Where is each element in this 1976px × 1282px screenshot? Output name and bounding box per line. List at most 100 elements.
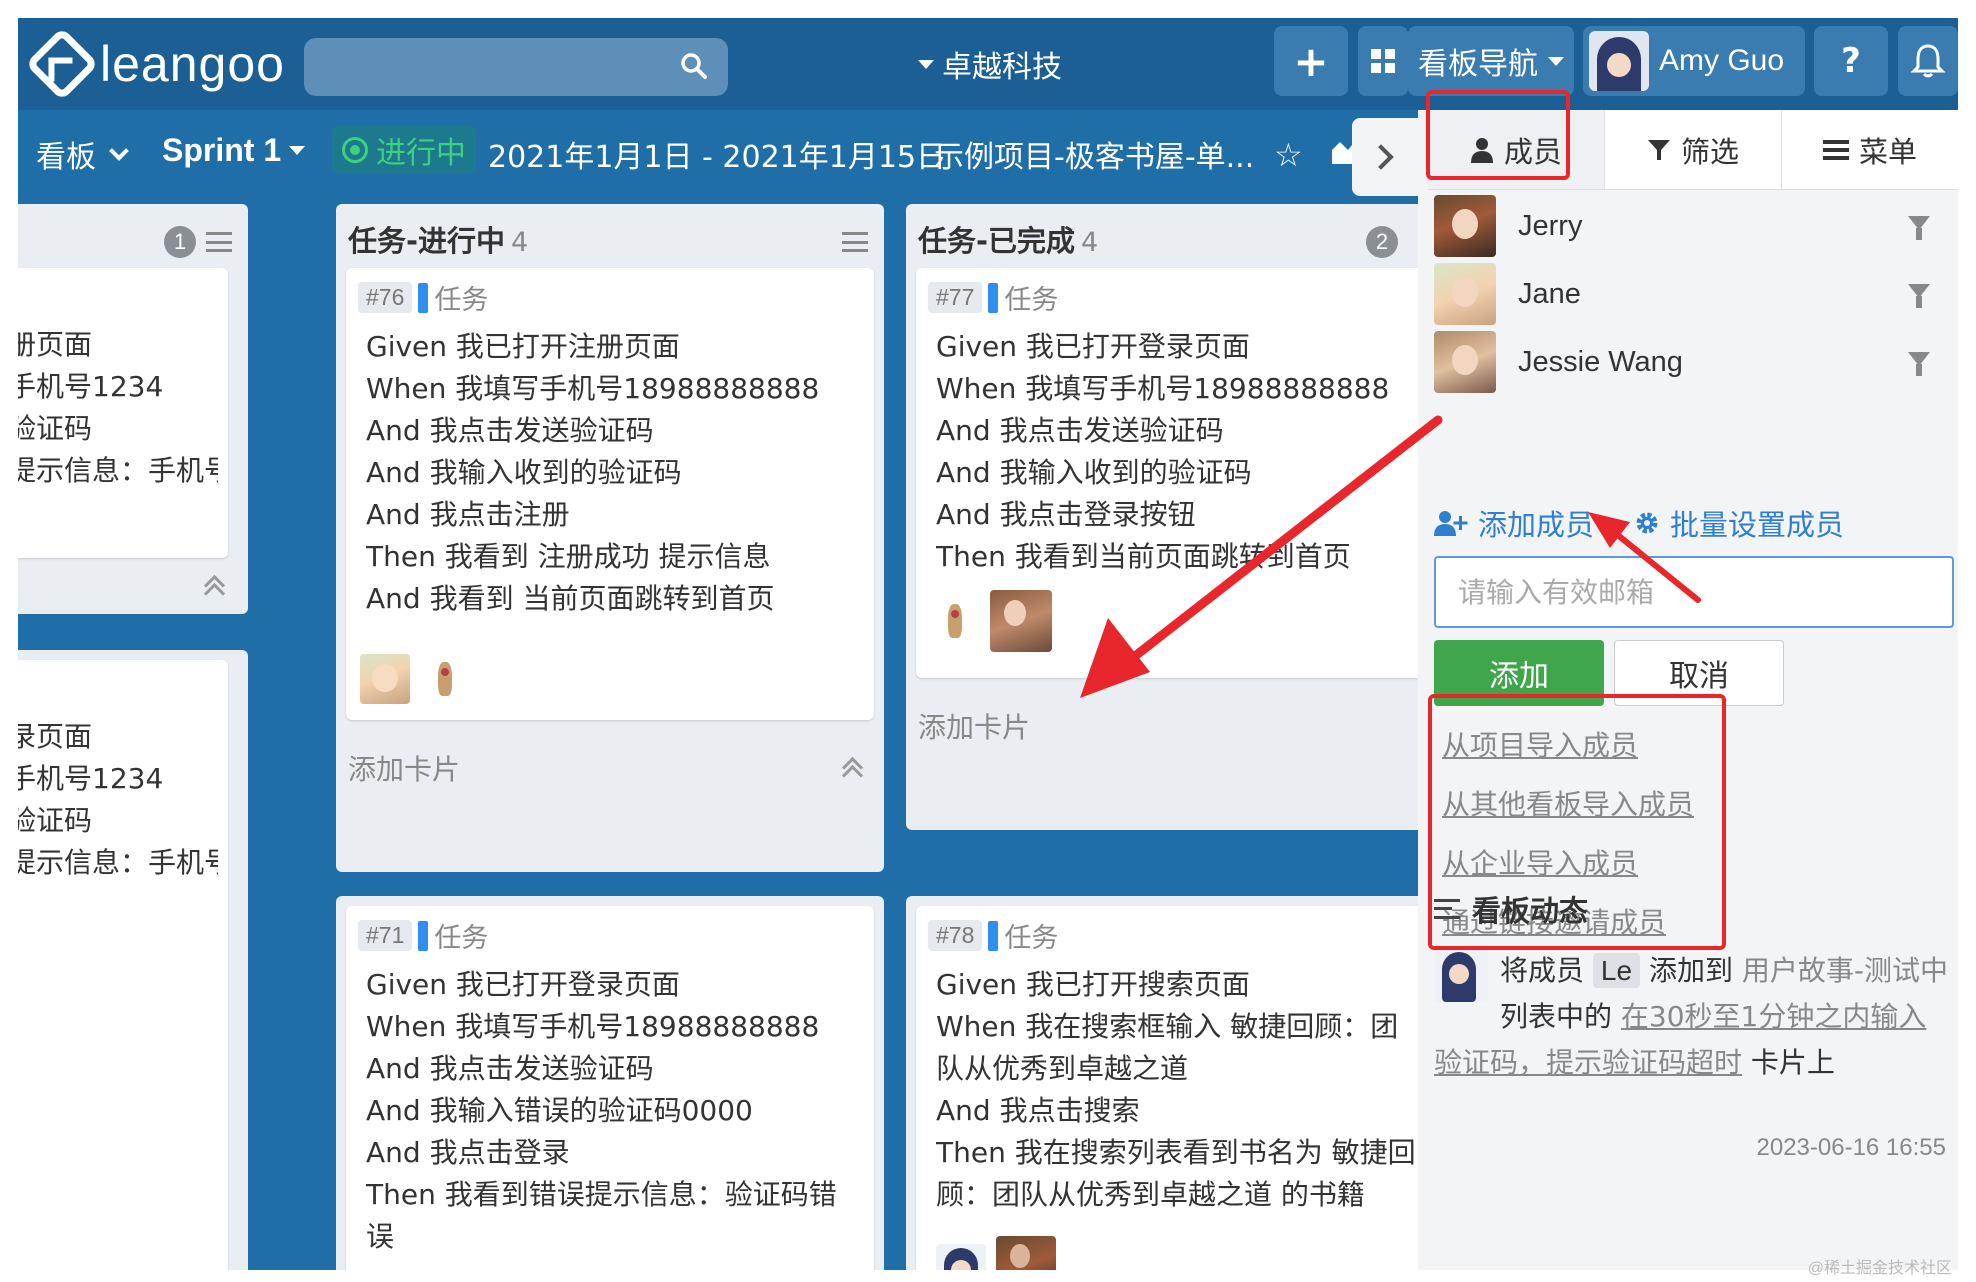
avatar[interactable]	[420, 654, 470, 704]
search-icon	[681, 53, 707, 79]
card-text-line: And 我看到 当前页面跳转到首页	[366, 582, 775, 615]
help-button[interactable]: ?	[1814, 26, 1888, 96]
tab-filter-label: 筛选	[1680, 134, 1739, 169]
card-text-line: Then 我看到当前页面跳转到首页	[936, 540, 1351, 573]
card-text-line: When 我填写手机号18988888888	[366, 1010, 820, 1043]
panel-toggle-button[interactable]	[1352, 118, 1418, 196]
org-name: 卓越科技	[942, 50, 1062, 85]
org-switcher[interactable]: 卓越科技	[918, 42, 1062, 86]
list-column: #71 任务 Given 我已打开登录页面 When 我填写手机号1898888…	[336, 896, 884, 1270]
card-text-line: 手机号1234	[18, 370, 164, 403]
card[interactable]: #77 任务 Given 我已打开登录页面 When 我填写手机号1898888…	[916, 268, 1444, 678]
card-text-line: And 我点击搜索	[936, 1094, 1140, 1127]
board-nav-button[interactable]: 看板导航	[1408, 26, 1574, 96]
member-row[interactable]: Jessie Wang	[1434, 330, 1944, 394]
avatar[interactable]	[990, 590, 1052, 652]
activity-text: 将成员	[1500, 954, 1585, 987]
avatar	[1434, 948, 1488, 1002]
card-type: 任务	[434, 285, 489, 316]
project-name[interactable]: 示例项目-极客书屋-单...	[934, 132, 1254, 176]
card[interactable]: 册页面 手机号1234 验证码 提示信息：手机号格	[18, 268, 228, 558]
member-badge[interactable]: Le	[1592, 953, 1641, 988]
board-nav-label: 看板导航	[1418, 47, 1538, 82]
sprint-dates: 2021年1月1日 - 2021年1月15日	[488, 140, 947, 175]
list-title[interactable]: 任务-进行中 4	[348, 218, 528, 260]
member-actions: 添加成员 批量设置成员	[1434, 502, 1844, 544]
logo-text: leangoo	[100, 36, 285, 92]
grid-icon	[1371, 49, 1395, 73]
card-text-line: Given 我已打开登录页面	[366, 968, 680, 1001]
list-column: 录页面 手机号1234 验证码 提示信息：手机号格	[18, 650, 248, 1270]
card-text-line: And 我输入错误的验证码0000	[366, 1094, 753, 1127]
card-text-line: And 我点击发送验证码	[366, 414, 654, 447]
activity-text: 添加到	[1648, 954, 1733, 987]
board-label: 看板	[36, 140, 96, 175]
search-input[interactable]	[304, 38, 728, 96]
avatar[interactable]	[930, 596, 980, 646]
list-title[interactable]: 任务-已完成 4	[918, 218, 1098, 260]
filter-icon	[1647, 139, 1670, 160]
list-menu-icon[interactable]	[842, 232, 868, 252]
add-member-link[interactable]: 添加成员	[1434, 502, 1594, 544]
highlight-box	[1428, 694, 1726, 950]
card-text-line: 手机号1234	[18, 762, 164, 795]
card[interactable]: 录页面 手机号1234 验证码 提示信息：手机号格	[18, 660, 228, 1270]
card-text-line: 验证码	[18, 412, 93, 445]
board-menu[interactable]: 看板	[36, 132, 130, 176]
tab-menu[interactable]: 菜单	[1782, 110, 1958, 189]
card-text-line: And 我点击发送验证码	[366, 1052, 654, 1085]
card[interactable]: #76 任务 Given 我已打开注册页面 When 我填写手机号1898888…	[346, 268, 874, 720]
filter-icon[interactable]	[1908, 216, 1930, 240]
card-text-line: And 我输入收到的验证码	[936, 456, 1252, 489]
card-text-line: 册页面	[18, 328, 93, 361]
card[interactable]: #71 任务 Given 我已打开登录页面 When 我填写手机号1898888…	[346, 906, 874, 1270]
filter-icon[interactable]	[1908, 284, 1930, 308]
avatar[interactable]	[996, 1236, 1056, 1270]
member-row[interactable]: Jane	[1434, 262, 1944, 326]
create-button[interactable]: +	[1274, 26, 1348, 96]
highlight-box	[1426, 90, 1570, 180]
card-text-line: And 我点击登录按钮	[936, 498, 1196, 531]
card-text-line: And 我点击登录	[366, 1136, 570, 1169]
activity-entry: 将成员 Le 添加到 用户故事-测试中 列表中的 在30秒至1分钟之内输入验证码…	[1434, 948, 1954, 1086]
list-column: #78 任务 Given 我已打开搜索页面 When 我在搜索框输入 敏捷回顾：…	[906, 896, 1454, 1270]
board-header: 看板 Sprint 1 进行中 2021年1月1日 - 2021年1月15日 示…	[18, 110, 1418, 194]
activity-text: 卡片上	[1750, 1046, 1835, 1079]
card-id: #78	[928, 920, 983, 951]
member-row[interactable]: Jerry	[1434, 194, 1944, 258]
avatar	[1434, 263, 1496, 325]
type-color-bar	[988, 282, 999, 313]
card-text-line: Then 我在搜索列表看到书名为 敏捷回	[936, 1136, 1416, 1169]
email-field[interactable]	[1434, 556, 1954, 628]
logo[interactable]: leangoo	[25, 27, 285, 101]
board-grid-button[interactable]	[1358, 26, 1408, 96]
card-type: 任务	[1004, 285, 1059, 316]
notifications-button[interactable]	[1898, 26, 1958, 96]
tab-filter[interactable]: 筛选	[1605, 110, 1782, 189]
collapse-icon[interactable]	[842, 756, 862, 776]
sprint-selector[interactable]: Sprint 1	[162, 132, 306, 169]
avatar[interactable]	[936, 1244, 986, 1270]
menu-icon	[1822, 139, 1849, 160]
card-id: #77	[928, 282, 983, 313]
star-icon[interactable]: ☆	[1274, 136, 1303, 174]
avatar[interactable]	[360, 654, 410, 704]
member-name: Jerry	[1518, 209, 1583, 242]
add-user-icon	[1434, 511, 1468, 536]
filter-icon[interactable]	[1908, 352, 1930, 376]
batch-set-members-link[interactable]: 批量设置成员	[1634, 502, 1844, 544]
activity-text: 列表中的	[1500, 1000, 1613, 1033]
user-menu[interactable]: Amy Guo	[1583, 26, 1805, 96]
add-card-button[interactable]: 添加卡片	[918, 706, 1030, 746]
card[interactable]: #78 任务 Given 我已打开搜索页面 When 我在搜索框输入 敏捷回顾：…	[916, 906, 1444, 1270]
status-badge[interactable]: 进行中	[332, 126, 476, 174]
collapse-icon[interactable]	[204, 574, 224, 594]
add-card-button[interactable]: 添加卡片	[348, 748, 460, 788]
list-menu-icon[interactable]	[206, 232, 232, 252]
list-count: 4	[511, 227, 529, 258]
card-type: 任务	[434, 923, 489, 954]
caret-down-icon	[918, 59, 934, 69]
card-text-line: And 我输入收到的验证码	[366, 456, 682, 489]
member-name: Jane	[1518, 277, 1581, 310]
avatar	[1589, 31, 1649, 91]
